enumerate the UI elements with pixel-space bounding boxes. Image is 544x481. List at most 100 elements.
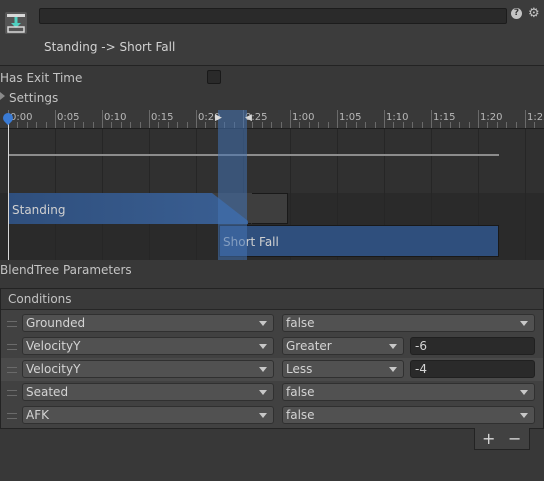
condition-row[interactable]: VelocityY Greater -6 (1, 335, 543, 358)
ruler-minor-tick (64, 122, 66, 128)
chevron-down-icon (389, 344, 397, 349)
transition-end-handle-icon[interactable]: ◀ (245, 113, 252, 123)
ruler-minor-tick (92, 122, 94, 128)
chevron-down-icon (520, 390, 528, 395)
source-clip-label: Standing (12, 203, 66, 217)
ruler-minor-tick (45, 122, 47, 128)
ruler-minor-tick (534, 122, 536, 128)
ruler-major-tick (478, 110, 479, 128)
remove-condition-button[interactable]: − (508, 429, 521, 448)
condition-mode-value: false (286, 408, 315, 422)
condition-mode-dropdown[interactable]: false (282, 406, 535, 424)
ruler-minor-tick (449, 122, 451, 128)
ruler-minor-tick (167, 122, 169, 128)
conditions-list: Conditions Grounded false VelocityY Greater… (0, 288, 544, 429)
condition-parameter-value: Seated (26, 385, 69, 399)
condition-threshold-field[interactable]: -4 (410, 360, 535, 378)
ruler-minor-tick (139, 122, 141, 128)
condition-parameter-dropdown[interactable]: Seated (22, 383, 274, 401)
ruler-minor-tick (440, 122, 442, 128)
ruler-minor-tick (73, 122, 75, 128)
drag-handle-icon[interactable] (7, 321, 17, 327)
condition-row[interactable]: Seated false (1, 381, 543, 404)
transition-name-field[interactable] (39, 8, 507, 24)
ruler-major-tick (196, 110, 197, 128)
settings-foldout-label[interactable]: Settings (9, 91, 58, 105)
parameter-curve (9, 154, 499, 156)
add-condition-button[interactable]: + (482, 429, 495, 448)
drag-handle-icon[interactable] (7, 344, 17, 350)
chevron-down-icon (259, 321, 267, 326)
transition-duration-band[interactable] (218, 110, 247, 260)
condition-mode-value: false (286, 385, 315, 399)
condition-parameter-value: Grounded (26, 316, 86, 330)
ruler-tick-label: 0:05 (57, 112, 80, 123)
ruler-major-tick (431, 110, 432, 128)
ruler-minor-tick (261, 122, 263, 128)
condition-parameter-dropdown[interactable]: Grounded (22, 314, 274, 332)
condition-mode-dropdown[interactable]: Greater (282, 337, 404, 355)
help-icon[interactable]: ? (511, 8, 522, 19)
condition-threshold-field[interactable]: -6 (410, 337, 535, 355)
conditions-title: Conditions (8, 292, 72, 306)
timeline-ruler[interactable]: 0:00 0:05 0:10 0:15 0:20 0:25 1:00 1:05 1:10 1:15… (0, 110, 544, 129)
timeline-gridline (525, 129, 526, 260)
ruler-tick-label: 1:00 (292, 112, 315, 123)
ruler-minor-tick (252, 122, 254, 128)
ruler-minor-tick (120, 122, 122, 128)
ruler-major-tick (55, 110, 56, 128)
ruler-minor-tick (365, 122, 367, 128)
condition-mode-dropdown[interactable]: Less (282, 360, 404, 378)
ruler-minor-tick (308, 122, 310, 128)
ruler-tick-label: 1:05 (339, 112, 362, 123)
drag-handle-icon[interactable] (7, 413, 17, 419)
condition-mode-value: Greater (286, 339, 332, 353)
condition-mode-dropdown[interactable]: false (282, 383, 535, 401)
condition-parameter-dropdown[interactable]: VelocityY (22, 337, 274, 355)
ruler-minor-tick (515, 122, 517, 128)
ruler-minor-tick (402, 122, 404, 128)
chevron-down-icon (520, 413, 528, 418)
ruler-minor-tick (186, 122, 188, 128)
ruler-minor-tick (111, 122, 113, 128)
condition-parameter-dropdown[interactable]: VelocityY (22, 360, 274, 378)
ruler-minor-tick (487, 122, 489, 128)
ruler-minor-tick (83, 122, 85, 128)
condition-parameter-dropdown[interactable]: AFK (22, 406, 274, 424)
ruler-minor-tick (17, 122, 19, 128)
condition-row[interactable]: AFK false (1, 404, 543, 427)
ruler-major-tick (337, 110, 338, 128)
ruler-minor-tick (177, 122, 179, 128)
ruler-tick-label: 1:10 (386, 112, 409, 123)
ruler-tick-label: 1:20 (480, 112, 503, 123)
ruler-tick-label: 0:10 (104, 112, 127, 123)
ruler-major-tick (290, 110, 291, 128)
ruler-minor-tick (506, 122, 508, 128)
transition-timeline[interactable]: 0:00 0:05 0:10 0:15 0:20 0:25 1:00 1:05 1:10 1:15… (0, 110, 544, 260)
drag-handle-icon[interactable] (7, 390, 17, 396)
ruler-major-tick (384, 110, 385, 128)
chevron-down-icon (389, 367, 397, 372)
settings-foldout-arrow-icon[interactable] (0, 92, 5, 100)
condition-row[interactable]: VelocityY Less -4 (1, 358, 543, 381)
drag-handle-icon[interactable] (7, 367, 17, 373)
chevron-down-icon (259, 390, 267, 395)
ruler-minor-tick (299, 122, 301, 128)
ruler-tick-label: 0:15 (151, 112, 174, 123)
ruler-minor-tick (412, 122, 414, 128)
ruler-minor-tick (26, 122, 28, 128)
ruler-tick-label: 1:25 (527, 112, 544, 123)
ruler-minor-tick (374, 122, 376, 128)
ruler-minor-tick (205, 122, 207, 128)
has-exit-time-checkbox[interactable] (207, 70, 221, 84)
transition-start-handle-icon[interactable]: ▶ (215, 113, 222, 123)
ruler-major-tick (102, 110, 103, 128)
ruler-minor-tick (158, 122, 160, 128)
chevron-down-icon (259, 413, 267, 418)
blendtree-parameters-label: BlendTree Parameters (0, 263, 132, 277)
condition-row[interactable]: Grounded false (1, 312, 543, 335)
ruler-tick-label: 1:15 (433, 112, 456, 123)
gear-icon[interactable]: ⚙ (528, 6, 540, 21)
condition-mode-dropdown[interactable]: false (282, 314, 535, 332)
playhead-line[interactable] (8, 118, 9, 260)
